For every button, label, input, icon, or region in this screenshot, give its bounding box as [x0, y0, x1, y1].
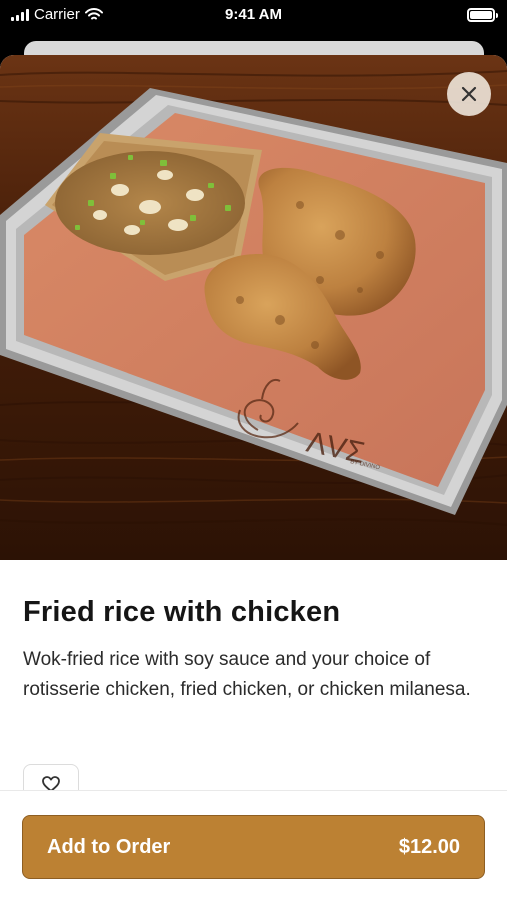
close-button[interactable] [447, 72, 491, 116]
product-title: Fried rice with chicken [23, 596, 341, 628]
add-to-order-button[interactable]: Add to Order $12.00 [22, 815, 485, 879]
bottom-action-bar: Add to Order $12.00 [0, 790, 507, 900]
order-price: $12.00 [398, 835, 460, 858]
status-bar: Carrier 9:41 AM [0, 0, 507, 34]
product-description: Wok-fried rice with soy sauce and your c… [23, 649, 471, 700]
product-photo: ΛVΣ BY DIVINO [0, 55, 507, 560]
close-icon [461, 86, 477, 102]
product-detail-sheet: ΛVΣ BY DIVINO Fried rice with chicken Wo… [0, 55, 507, 900]
battery-icon [467, 8, 498, 22]
add-to-order-label: Add to Order [47, 835, 171, 858]
status-time: 9:41 AM [225, 6, 282, 23]
